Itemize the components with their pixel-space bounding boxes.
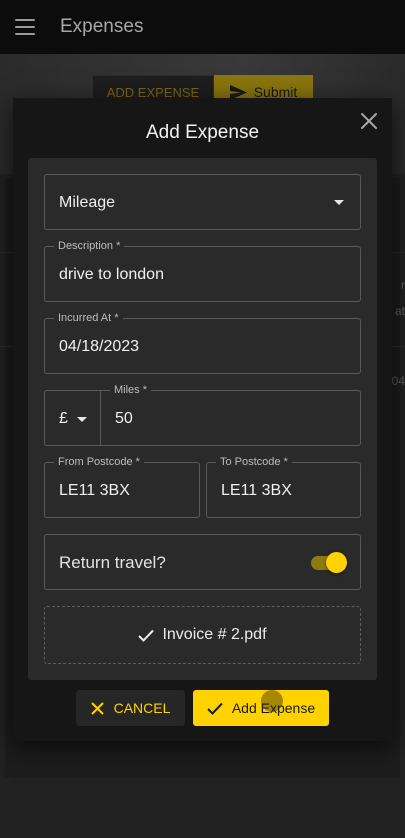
- check-icon: [138, 629, 155, 642]
- background-peek-text: at: [394, 304, 405, 318]
- incurred-at-label: Incurred At *: [54, 311, 123, 325]
- close-icon[interactable]: [360, 112, 378, 130]
- to-postcode-field[interactable]: To Postcode * LE11 3BX: [206, 455, 361, 518]
- add-expense-button[interactable]: Add Expense: [193, 690, 329, 726]
- app-bar: Expenses: [0, 0, 405, 54]
- description-label: Description *: [54, 239, 125, 253]
- check-icon: [207, 702, 223, 715]
- menu-icon[interactable]: [15, 19, 35, 35]
- attachment-filename: Invoice # 2.pdf: [162, 626, 267, 643]
- miles-field[interactable]: Miles * 50: [100, 383, 361, 446]
- currency-select[interactable]: £: [44, 390, 101, 446]
- miles-label: Miles *: [110, 383, 152, 397]
- background-peek-text: r: [401, 278, 405, 292]
- from-postcode-label: From Postcode *: [54, 455, 144, 469]
- incurred-at-value: 04/18/2023: [59, 338, 140, 355]
- page-title: Expenses: [60, 16, 144, 37]
- chevron-down-icon: [77, 417, 87, 422]
- attachment-dropzone[interactable]: Invoice # 2.pdf: [44, 606, 361, 664]
- expense-form: Mileage Description * drive to london In…: [28, 158, 377, 680]
- close-icon: [90, 701, 104, 715]
- from-postcode-field[interactable]: From Postcode * LE11 3BX: [44, 455, 200, 518]
- expense-type-value: Mileage: [59, 194, 116, 211]
- to-postcode-label: To Postcode *: [216, 455, 292, 469]
- background-peek-text: 04: [391, 374, 405, 388]
- to-postcode-value: LE11 3BX: [221, 482, 292, 499]
- return-travel-label: Return travel?: [59, 553, 166, 572]
- miles-value: 50: [115, 410, 133, 427]
- dialog-title: Add Expense: [145, 122, 260, 143]
- chevron-down-icon: [334, 200, 344, 205]
- description-field[interactable]: Description * drive to london: [44, 239, 361, 302]
- currency-value: £: [59, 410, 68, 427]
- description-value: drive to london: [59, 266, 164, 283]
- cancel-button[interactable]: CANCEL: [76, 690, 185, 726]
- incurred-at-field[interactable]: Incurred At * 04/18/2023: [44, 311, 361, 374]
- toggle-thumb[interactable]: [326, 552, 347, 573]
- add-expense-label: Add Expense: [231, 700, 316, 716]
- return-travel-row: Return travel?: [44, 534, 361, 590]
- from-postcode-value: LE11 3BX: [59, 482, 130, 499]
- add-expense-dialog: Add Expense Mileage Description * drive …: [13, 98, 392, 741]
- cancel-label: CANCEL: [113, 700, 171, 716]
- expense-type-select[interactable]: Mileage: [44, 174, 361, 230]
